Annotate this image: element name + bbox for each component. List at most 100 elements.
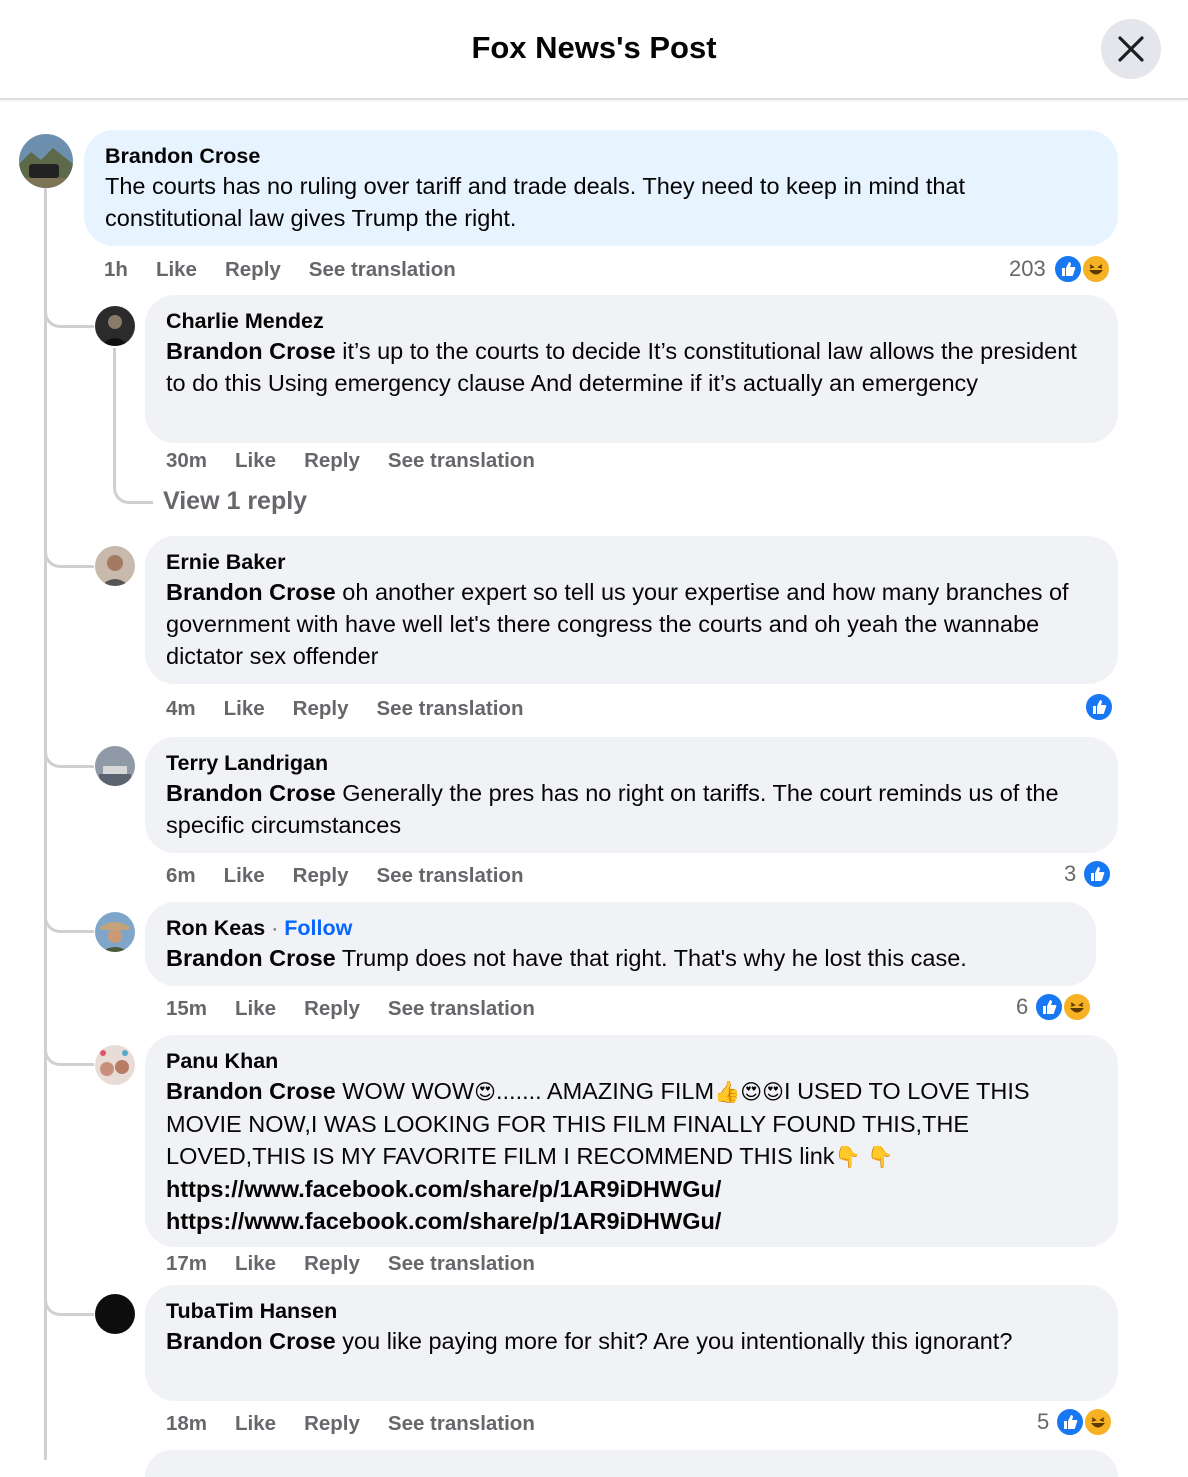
reaction-count: 6 <box>1016 994 1029 1019</box>
like-icon <box>1034 992 1064 1022</box>
comment-text: Brandon Crose oh another expert so tell … <box>166 579 1069 669</box>
heart-eyes-emoji-icon: 😍 <box>740 1080 763 1104</box>
thread-branch <box>44 1028 94 1066</box>
comment-text: The courts has no ruling over tariff and… <box>105 173 966 231</box>
heart-eyes-emoji-icon: 😍 <box>762 1080 785 1104</box>
reaction-summary[interactable]: 6 <box>1012 992 1094 1022</box>
avatar[interactable] <box>95 746 135 786</box>
comment-text: Brandon Crose WOW WOW😍....... AMAZING FI… <box>166 1078 1030 1234</box>
comment-author[interactable]: Charlie Mendez <box>166 308 1098 335</box>
see-translation-button[interactable]: See translation <box>388 449 535 472</box>
url-link[interactable]: https://www.facebook.com/share/p/1AR9iDH… <box>166 1208 721 1234</box>
comment-bubble: Ron Keas · Follow Brandon Crose Trump do… <box>145 902 1096 986</box>
avatar[interactable] <box>95 546 135 586</box>
comment-time[interactable]: 15m <box>166 997 207 1020</box>
reaction-summary[interactable]: 203 <box>1005 254 1115 284</box>
reaction-count: 5 <box>1037 1409 1050 1434</box>
point-down-emoji-icon: 👇 <box>867 1145 894 1169</box>
comment-text: Brandon Crose it’s up to the courts to d… <box>166 338 1077 396</box>
comment-author[interactable]: Brandon Crose <box>105 143 1098 170</box>
reply-button[interactable]: Reply <box>304 449 360 472</box>
thread-line-main <box>44 172 47 1460</box>
separator-dot: · <box>265 916 285 940</box>
comment-actions: 4m Like Reply See translation <box>166 697 551 721</box>
reply-button[interactable]: Reply <box>304 997 360 1020</box>
like-button[interactable]: Like <box>235 997 276 1020</box>
reply-button[interactable]: Reply <box>304 1412 360 1435</box>
mention-link[interactable]: Brandon Crose <box>166 1328 336 1354</box>
comment-time[interactable]: 18m <box>166 1412 207 1435</box>
avatar[interactable] <box>19 134 73 188</box>
view-replies-button[interactable]: View 1 reply <box>163 487 307 516</box>
reply-button[interactable]: Reply <box>293 864 349 887</box>
see-translation-button[interactable]: See translation <box>377 697 524 720</box>
mention-link[interactable]: Brandon Crose <box>166 338 336 364</box>
like-button[interactable]: Like <box>224 697 265 720</box>
thread-branch <box>44 730 94 768</box>
mention-link[interactable]: Brandon Crose <box>166 780 336 806</box>
like-button[interactable]: Like <box>235 1412 276 1435</box>
comment-author[interactable]: Terry Landrigan <box>166 750 1098 777</box>
reply-button[interactable]: Reply <box>304 1252 360 1275</box>
like-icon <box>1082 859 1112 889</box>
comment-author[interactable]: Panu Khan <box>166 1048 1098 1075</box>
url-link[interactable]: https://www.facebook.com/share/p/1AR9iDH… <box>166 1176 721 1202</box>
post-header: Fox News's Post <box>0 0 1188 100</box>
haha-icon <box>1083 1407 1113 1437</box>
see-translation-button[interactable]: See translation <box>388 1252 535 1275</box>
comment-time[interactable]: 6m <box>166 864 196 887</box>
mention-link[interactable]: Brandon Crose <box>166 579 336 605</box>
reply-button[interactable]: Reply <box>293 697 349 720</box>
comment-time[interactable]: 1h <box>104 258 128 281</box>
comment-bubble: Charlie Mendez Brandon Crose it’s up to … <box>145 295 1118 443</box>
avatar[interactable] <box>95 1045 135 1085</box>
haha-icon <box>1081 254 1111 284</box>
thread-branch <box>113 470 153 504</box>
comment-bubble <box>145 1450 1118 1477</box>
avatar[interactable] <box>95 306 135 346</box>
like-button[interactable]: Like <box>235 1252 276 1275</box>
comment-author[interactable]: Ron Keas <box>166 916 265 940</box>
avatar[interactable] <box>95 1294 135 1334</box>
comment-actions: 18m Like Reply See translation <box>166 1412 563 1436</box>
see-translation-button[interactable]: See translation <box>388 997 535 1020</box>
mention-link[interactable]: Brandon Crose <box>166 945 336 971</box>
comment-bubble: TubaTim Hansen Brandon Crose you like pa… <box>145 1285 1118 1401</box>
comment-actions: 30m Like Reply See translation <box>166 449 563 473</box>
like-icon <box>1055 1407 1085 1437</box>
comment-actions: 1h Like Reply See translation <box>104 258 484 282</box>
follow-button[interactable]: Follow <box>284 916 352 940</box>
see-translation-button[interactable]: See translation <box>377 864 524 887</box>
thread-branch <box>44 290 94 328</box>
comment-time[interactable]: 4m <box>166 697 196 720</box>
mention-link[interactable]: Brandon Crose <box>166 1078 336 1104</box>
reaction-summary[interactable]: 3 <box>1060 859 1116 889</box>
comment-time[interactable]: 17m <box>166 1252 207 1275</box>
reaction-summary[interactable]: 5 <box>1033 1407 1115 1437</box>
comment-bubble: Brandon Crose The courts has no ruling o… <box>84 130 1118 246</box>
reply-button[interactable]: Reply <box>225 258 281 281</box>
point-down-emoji-icon: 👇 <box>834 1145 861 1169</box>
comment-text: Brandon Crose Trump does not have that r… <box>166 945 967 971</box>
see-translation-button[interactable]: See translation <box>388 1412 535 1435</box>
close-button[interactable] <box>1101 19 1161 79</box>
comment-actions: 6m Like Reply See translation <box>166 864 551 888</box>
reaction-summary[interactable] <box>1084 692 1116 722</box>
thread-line-reply <box>113 348 116 488</box>
thumbs-up-emoji-icon: 👍 <box>714 1080 741 1104</box>
like-icon <box>1053 254 1083 284</box>
like-button[interactable]: Like <box>235 449 276 472</box>
comment-author[interactable]: Ernie Baker <box>166 549 1098 576</box>
like-button[interactable]: Like <box>156 258 197 281</box>
comment-time[interactable]: 30m <box>166 449 207 472</box>
thread-branch <box>44 530 94 568</box>
comment-author[interactable]: TubaTim Hansen <box>166 1298 1098 1325</box>
like-button[interactable]: Like <box>224 864 265 887</box>
avatar[interactable] <box>95 912 135 952</box>
reaction-count: 203 <box>1009 256 1046 281</box>
comment-text: Brandon Crose Generally the pres has no … <box>166 780 1059 838</box>
comment-text: Brandon Crose you like paying more for s… <box>166 1328 1013 1354</box>
thread-branch <box>44 895 94 933</box>
heart-eyes-emoji-icon: 😍 <box>474 1080 496 1104</box>
see-translation-button[interactable]: See translation <box>309 258 456 281</box>
